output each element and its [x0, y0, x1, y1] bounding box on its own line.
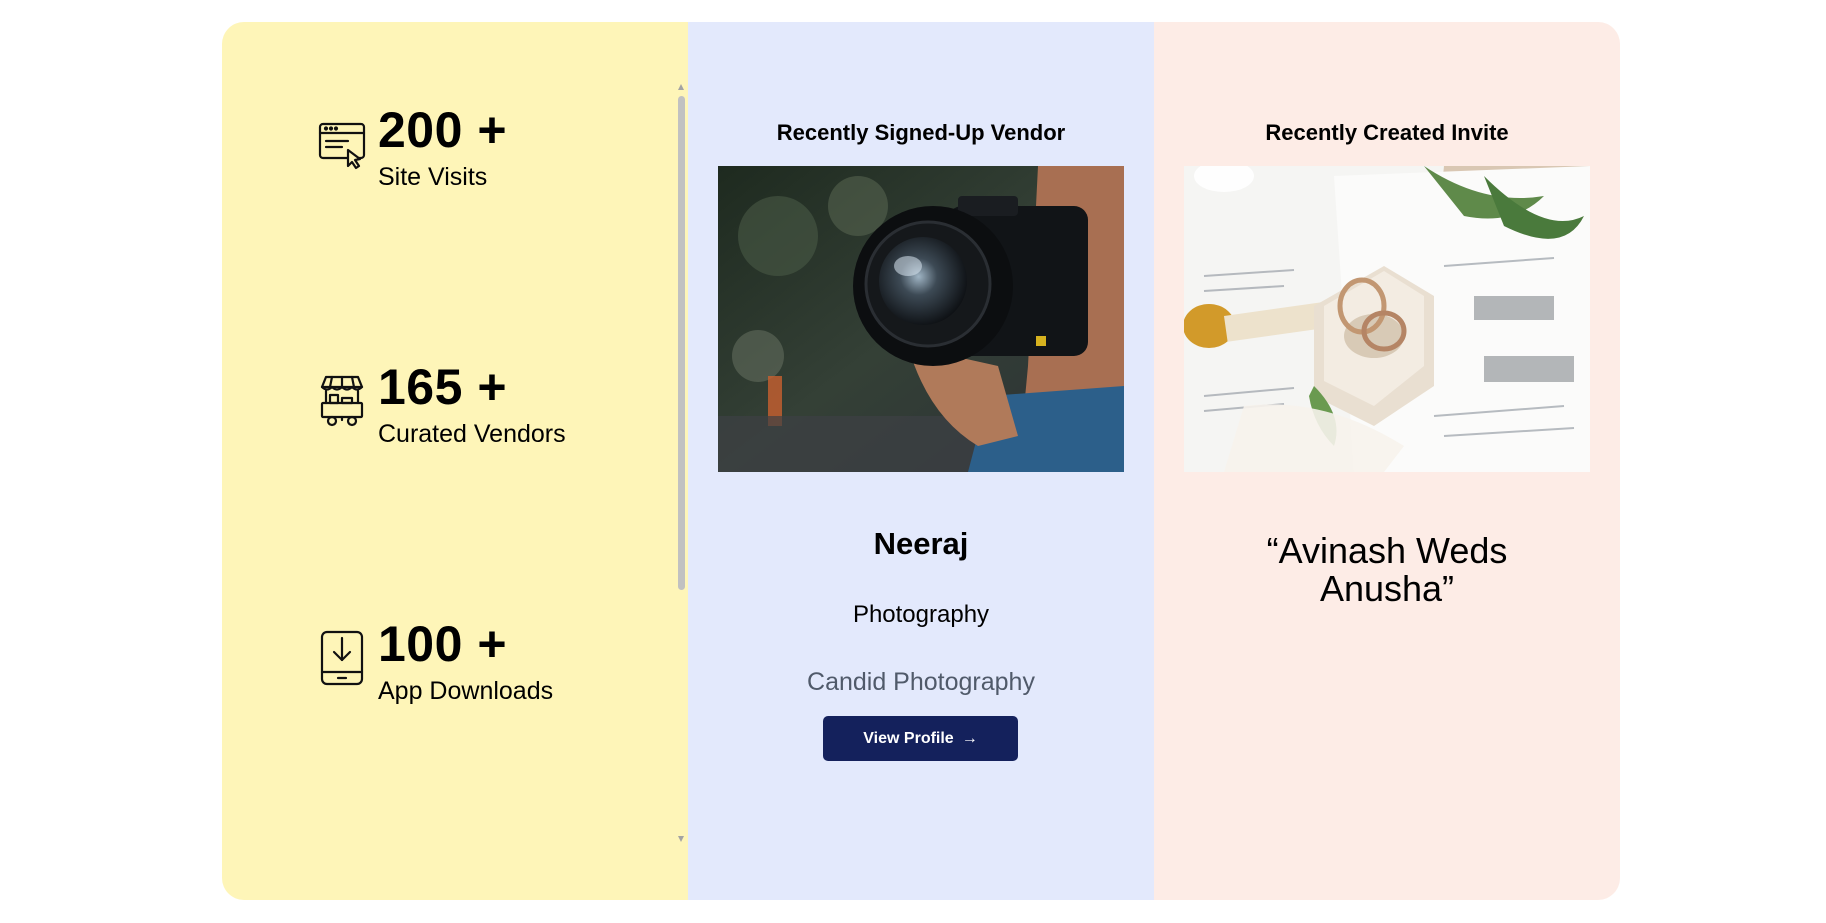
scrollbar-thumb[interactable]: [678, 96, 685, 590]
recent-vendor-column: Recently Signed-Up Vendor Neeraj Photogr…: [688, 22, 1154, 900]
recent-invite-column: Recently Created Invite “Avinash Weds An…: [1154, 22, 1620, 900]
vendor-cart-icon: [318, 373, 366, 429]
stat-value: 200 +: [378, 102, 508, 158]
vendor-heading: Recently Signed-Up Vendor: [776, 120, 1066, 145]
scroll-up-arrow-icon[interactable]: [678, 84, 684, 90]
stats-column: 200 + Site Visits 165 + Curated Vendors …: [222, 22, 688, 900]
phone-download-icon: [318, 630, 366, 686]
stat-label: Curated Vendors: [378, 420, 566, 448]
invite-photo: [1184, 166, 1590, 472]
vendor-category: Photography: [852, 601, 990, 628]
stat-value: 100 +: [378, 616, 508, 672]
stat-site-visits: 200 + Site Visits: [318, 100, 507, 192]
stat-app-downloads: 100 + App Downloads: [318, 614, 553, 706]
stat-label: Site Visits: [378, 163, 488, 191]
vendor-name: Neeraj: [873, 526, 969, 561]
stat-label: App Downloads: [378, 677, 554, 705]
invite-title: “Avinash Weds Anusha”: [1266, 530, 1508, 609]
vendor-photo: [718, 166, 1124, 472]
vendor-subcategory: Candid Photography: [807, 668, 1035, 696]
view-profile-label: View Profile: [863, 729, 954, 747]
browser-cursor-icon: [318, 116, 366, 172]
scrollbar[interactable]: [677, 82, 686, 842]
arrow-right-icon: →: [961, 729, 978, 747]
stats-card: 200 + Site Visits 165 + Curated Vendors …: [222, 22, 1620, 900]
scroll-down-arrow-icon[interactable]: [678, 836, 684, 842]
stat-value: 165 +: [378, 359, 508, 415]
view-profile-button[interactable]: View Profile →: [823, 716, 1018, 761]
stat-curated-vendors: 165 + Curated Vendors: [318, 357, 566, 449]
invite-heading: Recently Created Invite: [1265, 120, 1509, 145]
